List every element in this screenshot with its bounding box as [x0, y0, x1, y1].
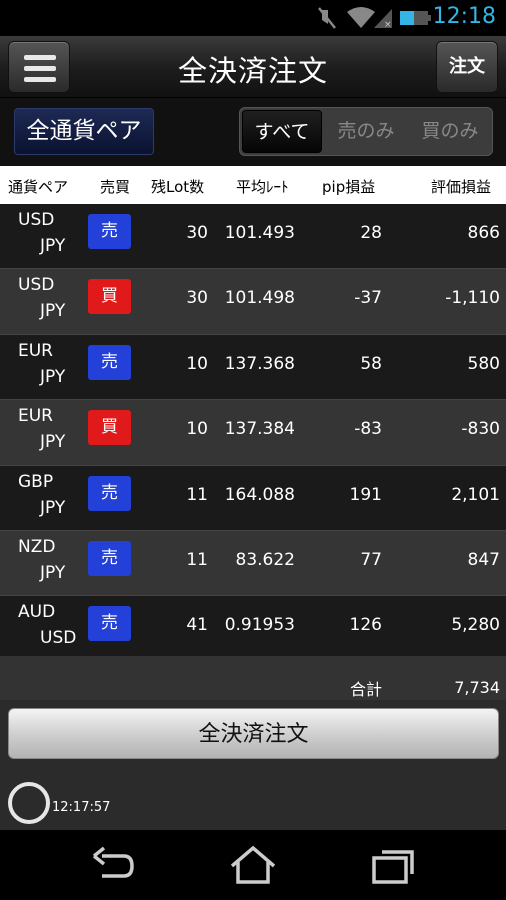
currency-pair-selector[interactable]: 全通貨ペア — [14, 108, 154, 155]
sell-badge: 売 — [88, 214, 131, 249]
lot-count: 11 — [186, 484, 208, 505]
table-header: 通貨ペア 売買 残Lot数 平均ﾚｰﾄ pip損益 評価損益 — [0, 166, 506, 204]
action-bar: 全決済注文 — [0, 700, 506, 768]
svg-text:×: × — [384, 20, 392, 30]
recent-apps-icon[interactable] — [368, 844, 418, 886]
base-currency: EUR — [18, 406, 53, 427]
avg-rate: 101.498 — [224, 288, 295, 309]
pip-pnl: -83 — [354, 419, 382, 440]
lot-count: 41 — [186, 615, 208, 636]
sell-badge: 売 — [88, 540, 131, 576]
quote-currency: JPY — [40, 236, 66, 256]
table-row[interactable]: AUD USD 売 41 0.91953 126 5,280 — [0, 596, 506, 662]
filter-sell-only[interactable]: 売のみ — [326, 110, 406, 153]
lot-count: 30 — [186, 288, 208, 309]
quote-currency: JPY — [40, 562, 66, 583]
filter-all[interactable]: すべて — [242, 110, 322, 153]
valuation-pnl: 5,280 — [451, 615, 500, 636]
app-header: 全決済注文 注文 — [0, 36, 506, 98]
base-currency: USD — [18, 210, 55, 230]
back-icon[interactable] — [88, 844, 138, 886]
valuation-pnl: 2,101 — [451, 484, 500, 505]
quote-currency: JPY — [40, 301, 66, 322]
avg-rate: 0.91953 — [224, 615, 295, 636]
table-row[interactable]: USD JPY 売 30 101.493 28 866 — [0, 204, 506, 270]
avg-rate: 137.384 — [224, 419, 295, 440]
pip-pnl: 126 — [349, 615, 382, 636]
mute-icon — [318, 7, 336, 29]
side-filter-segmented-control: すべて 売のみ 買のみ — [239, 107, 493, 156]
pip-pnl: 28 — [360, 223, 382, 243]
col-pip-pnl: pip損益 — [322, 178, 376, 196]
lot-count: 30 — [186, 223, 208, 243]
lot-count: 11 — [186, 549, 208, 570]
valuation-pnl: 580 — [467, 353, 500, 374]
base-currency: AUD — [18, 602, 56, 623]
home-icon[interactable] — [228, 844, 278, 886]
table-row[interactable]: GBP JPY 売 11 164.088 191 2,101 — [0, 465, 506, 531]
system-nav-bar — [0, 830, 506, 900]
col-valuation-pnl: 評価損益 — [431, 178, 492, 196]
col-currency-pair: 通貨ペア — [8, 178, 69, 196]
update-footer: 12:17:57 — [0, 768, 506, 830]
pip-pnl: 191 — [349, 484, 382, 505]
total-label: 合計 — [349, 680, 382, 699]
filter-bar: 全通貨ペア すべて 売のみ 買のみ — [0, 98, 506, 166]
page-title: 全決済注文 — [177, 54, 328, 88]
table-row[interactable]: NZD JPY 売 11 83.622 77 847 — [0, 530, 506, 597]
base-currency: GBP — [18, 471, 54, 492]
avg-rate: 164.088 — [224, 484, 295, 505]
sell-badge: 売 — [88, 606, 131, 642]
quote-currency: USD — [40, 628, 77, 649]
quote-currency: JPY — [40, 432, 66, 453]
buy-badge: 買 — [88, 279, 131, 315]
avg-rate: 101.493 — [224, 223, 295, 243]
order-button[interactable]: 注文 — [436, 41, 498, 93]
status-bar: × 12:18 — [0, 0, 506, 36]
base-currency: EUR — [18, 340, 53, 361]
pip-pnl: 58 — [360, 353, 382, 374]
avg-rate: 83.622 — [235, 549, 295, 570]
lot-count: 10 — [186, 353, 208, 374]
refresh-spinner-icon[interactable] — [8, 782, 50, 824]
valuation-pnl: 866 — [467, 223, 500, 243]
lot-count: 10 — [186, 419, 208, 440]
base-currency: NZD — [18, 536, 56, 557]
close-all-button[interactable]: 全決済注文 — [8, 708, 499, 759]
avg-rate: 137.368 — [224, 353, 295, 374]
positions-list: USD JPY 売 30 101.493 28 866 USD JPY 買 30… — [0, 204, 506, 662]
pip-pnl: -37 — [354, 288, 382, 309]
quote-currency: JPY — [40, 497, 66, 518]
total-row: 合計 7,734 — [0, 656, 506, 706]
last-updated-time: 12:17:57 — [52, 800, 111, 815]
filter-buy-only[interactable]: 買のみ — [410, 110, 490, 153]
table-row[interactable]: EUR JPY 売 10 137.368 58 580 — [0, 334, 506, 401]
sell-badge: 売 — [88, 475, 131, 511]
col-lots: 残Lot数 — [151, 178, 205, 196]
status-time: 12:18 — [432, 4, 496, 29]
buy-badge: 買 — [88, 410, 131, 446]
table-row[interactable]: USD JPY 買 30 101.498 -37 -1,110 — [0, 269, 506, 335]
base-currency: USD — [18, 275, 55, 296]
battery-icon — [400, 11, 431, 25]
signal-icon: × — [374, 9, 392, 30]
quote-currency: JPY — [40, 366, 66, 387]
valuation-pnl: -1,110 — [445, 288, 500, 309]
valuation-pnl: -830 — [461, 419, 500, 440]
col-side: 売買 — [100, 178, 131, 196]
col-avg-rate: 平均ﾚｰﾄ — [236, 178, 289, 196]
valuation-pnl: 847 — [467, 549, 500, 570]
table-row[interactable]: EUR JPY 買 10 137.384 -83 -830 — [0, 400, 506, 466]
total-value: 7,734 — [454, 678, 500, 697]
pip-pnl: 77 — [360, 549, 382, 570]
sell-badge: 売 — [88, 344, 131, 380]
